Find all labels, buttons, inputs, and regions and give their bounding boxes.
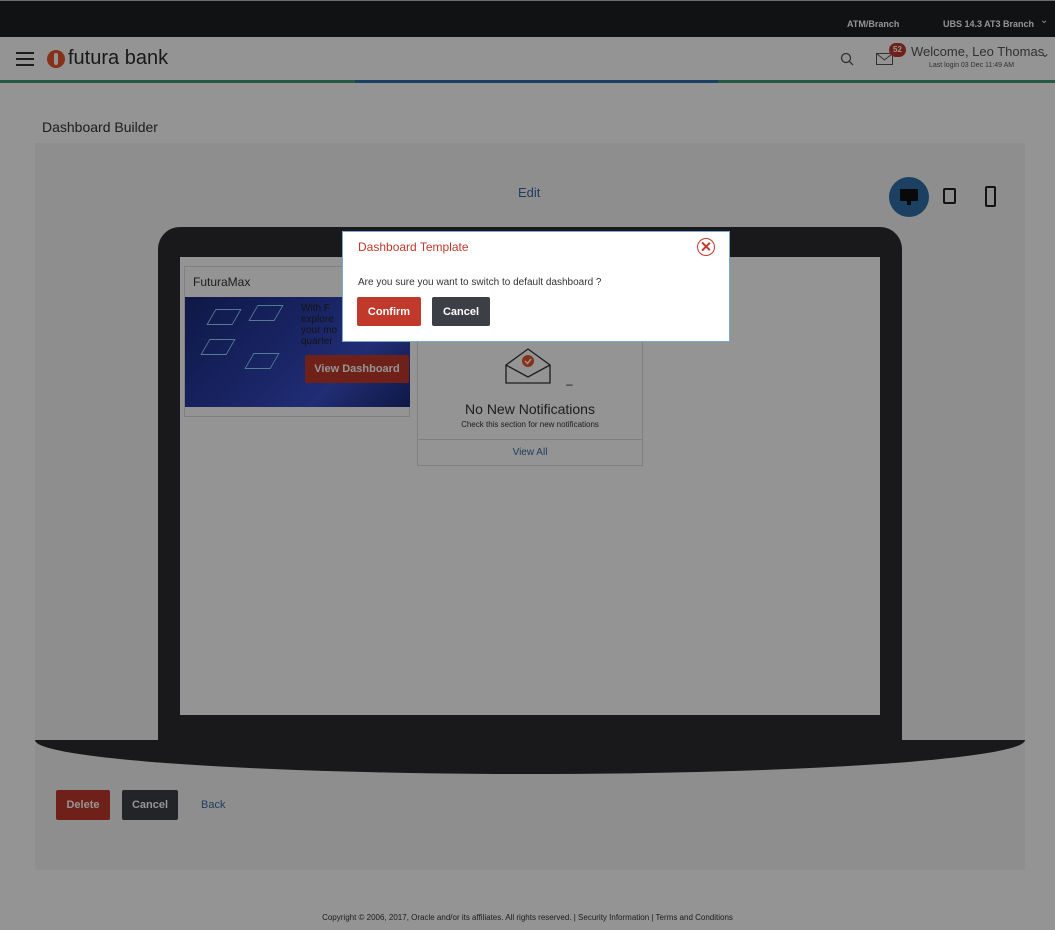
modal-overlay bbox=[0, 0, 1055, 930]
dialog-cancel-button[interactable]: Cancel bbox=[432, 297, 490, 326]
dashboard-template-dialog: Dashboard Template Are you sure you want… bbox=[342, 231, 730, 342]
dialog-title: Dashboard Template bbox=[358, 240, 469, 254]
close-icon[interactable] bbox=[697, 238, 715, 256]
confirm-button[interactable]: Confirm bbox=[357, 297, 421, 326]
dialog-message: Are you sure you want to switch to defau… bbox=[358, 277, 602, 288]
